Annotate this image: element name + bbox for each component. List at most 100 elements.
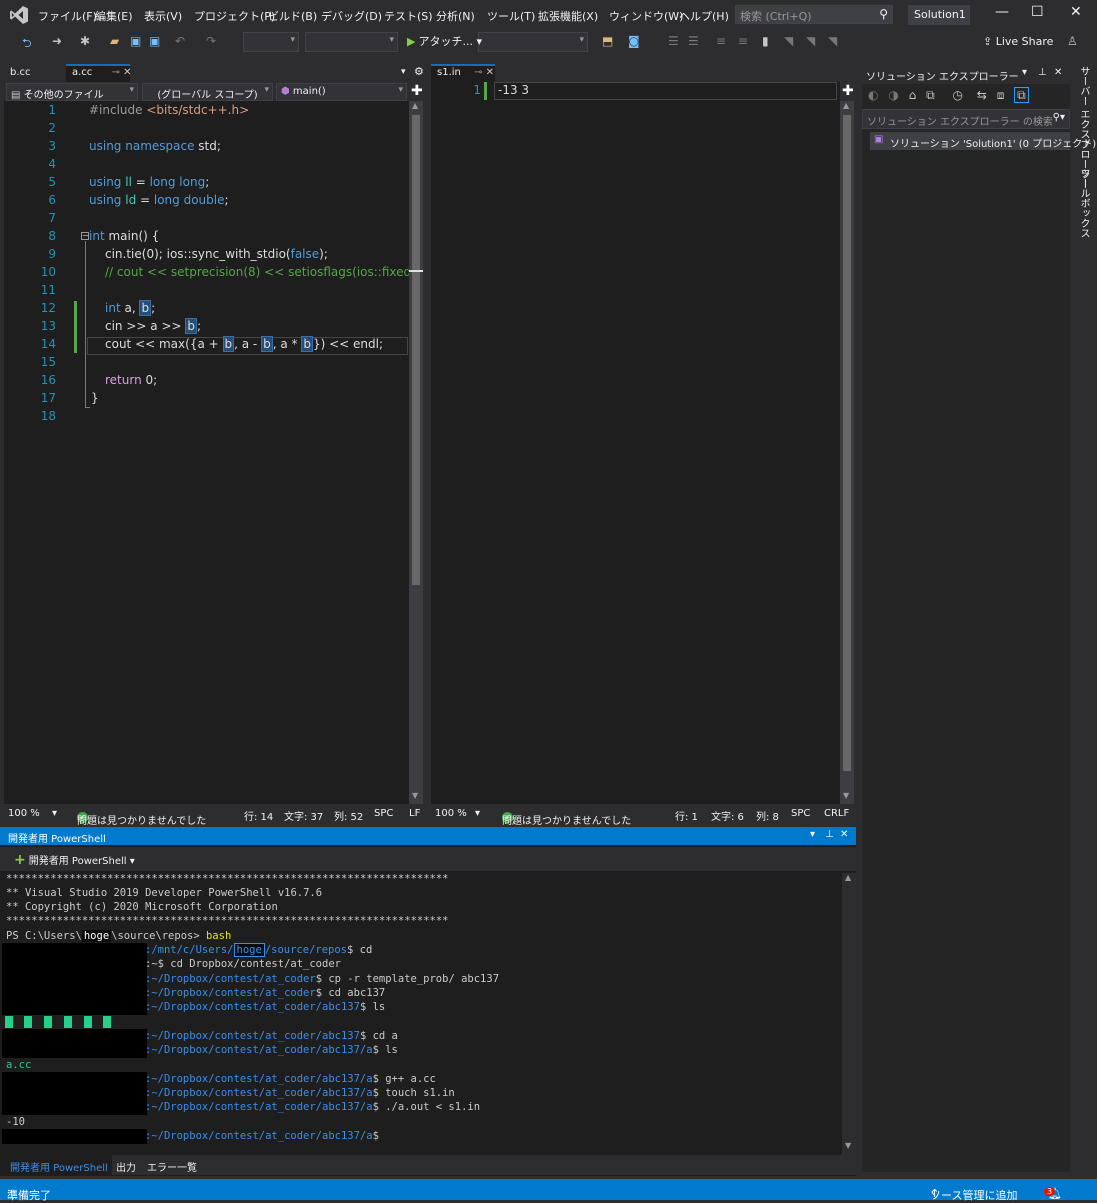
scroll-up-icon[interactable]: ▲ <box>412 101 418 110</box>
save-all-icon[interactable]: ▣ <box>149 34 160 48</box>
zoom-combo[interactable]: 100 % <box>435 808 467 819</box>
tab-s1-in[interactable]: s1.in ⊸ ✕ <box>431 64 495 82</box>
right-code-editor[interactable]: 1 -13 3 <box>431 82 840 804</box>
menu-project[interactable]: プロジェクト(P) <box>194 8 275 24</box>
tab-b-cc[interactable]: b.cc <box>4 64 64 82</box>
new-item-icon[interactable]: ✱ <box>80 34 90 48</box>
pin-icon[interactable]: ⊸ <box>112 67 120 78</box>
screenshot-icon[interactable]: ◙ <box>628 34 640 48</box>
tab-error-list[interactable]: エラー一覧 <box>147 1159 197 1174</box>
collapse-all-icon[interactable]: ⧈ <box>997 88 1005 102</box>
scrollbar-thumb[interactable] <box>843 115 851 771</box>
comment-icon[interactable]: ☰ <box>668 34 679 48</box>
redo-icon[interactable]: ↷ <box>206 34 216 48</box>
live-share-button[interactable]: ⇪ Live Share <box>983 35 1053 48</box>
scrollbar-thumb[interactable] <box>412 115 420 585</box>
menu-bar: ファイル(F) 編集(E) 表示(V) プロジェクト(P) ビルド(B) デバッ… <box>0 0 1097 30</box>
file-scope-combo[interactable]: ▤ その他のファイル <box>6 83 138 101</box>
menu-window[interactable]: ウィンドウ(W) <box>609 8 683 24</box>
close-panel-icon[interactable]: ✕ <box>840 829 848 840</box>
menu-test[interactable]: テスト(S) <box>384 8 433 24</box>
open-folder-icon[interactable]: ▰ <box>110 34 119 48</box>
scroll-down-icon[interactable]: ▼ <box>845 1141 851 1150</box>
undo-icon[interactable]: ↶ <box>175 34 185 48</box>
line-indicator: 行: 14 <box>244 812 274 823</box>
clear-bookmark-icon[interactable]: ◥ <box>828 34 837 48</box>
close-panel-icon[interactable]: ✕ <box>1054 67 1062 78</box>
tab-output[interactable]: 出力 <box>116 1159 136 1174</box>
notification-count: 3 <box>1044 1187 1056 1196</box>
zoom-dropdown-icon[interactable]: ▾ <box>475 808 480 819</box>
panel-menu-icon[interactable]: ▾ <box>1022 67 1027 78</box>
solution-node[interactable]: ▣ ソリューション 'Solution1' (0 プロジェクト) <box>870 132 1096 150</box>
home-icon[interactable]: ⌂ <box>909 88 917 102</box>
menu-help[interactable]: ヘルプ(H) <box>679 8 729 24</box>
pin-icon[interactable]: ⊥ <box>1038 67 1047 78</box>
close-icon[interactable]: ✕ <box>1070 4 1082 20</box>
next-bookmark-icon[interactable]: ◥ <box>806 34 815 48</box>
feedback-icon[interactable]: ♙ <box>1067 34 1078 48</box>
menu-tools[interactable]: ツール(T) <box>487 8 535 24</box>
forward-icon[interactable]: ➜ <box>52 34 62 48</box>
close-tab-icon[interactable]: ✕ <box>123 67 131 78</box>
save-icon[interactable]: ▣ <box>130 34 141 48</box>
prev-bookmark-icon[interactable]: ◥ <box>784 34 793 48</box>
scroll-up-icon[interactable]: ▲ <box>845 873 851 882</box>
tab-powershell[interactable]: 開発者用 PowerShell <box>0 1155 112 1175</box>
menu-file[interactable]: ファイル(F) <box>38 8 97 24</box>
attach-button[interactable]: ▶ アタッチ... ▾ <box>407 33 482 49</box>
char-indicator: 文字: 6 <box>711 812 744 823</box>
browse-icon[interactable]: ⬒ <box>602 34 613 48</box>
bookmark-icon[interactable]: ▮ <box>762 34 769 48</box>
code-line-17: } <box>91 391 99 405</box>
left-editor-scrollbar[interactable]: ▲ ▼ <box>409 101 423 804</box>
tab-dropdown-icon[interactable]: ▾ <box>401 67 406 77</box>
back-icon[interactable]: ⮌ <box>22 34 32 55</box>
right-editor-scrollbar[interactable]: ▲ ▼ <box>840 101 854 804</box>
menu-view[interactable]: 表示(V) <box>144 8 182 24</box>
close-tab-icon[interactable]: ✕ <box>486 67 494 78</box>
pin-icon[interactable]: ⊥ <box>825 829 834 840</box>
config-combo[interactable] <box>243 32 299 52</box>
switch-views-icon[interactable]: ⧉ <box>926 88 935 102</box>
forward-icon[interactable]: ◑ <box>888 88 898 102</box>
member-combo[interactable]: ⬢ main() <box>276 83 407 101</box>
global-scope-combo[interactable]: (グローバル スコープ) <box>142 83 273 101</box>
panel-menu-icon[interactable]: ▾ <box>810 829 815 840</box>
uncomment-icon[interactable]: ☰ <box>688 34 699 48</box>
pin-icon[interactable]: ⊸ <box>474 67 482 78</box>
indent-icon[interactable]: ≡ <box>716 34 726 48</box>
history-icon[interactable]: ◷ <box>952 88 962 102</box>
menu-edit[interactable]: 編集(E) <box>95 8 133 24</box>
menu-analyze[interactable]: 分析(N) <box>436 8 475 24</box>
zoom-combo[interactable]: 100 % <box>8 808 40 819</box>
sync-icon[interactable]: ⇆ <box>977 88 987 102</box>
settings-gear-icon[interactable]: ⚙ <box>414 65 424 78</box>
back-icon[interactable]: ◐ <box>868 88 878 102</box>
show-all-files-icon[interactable]: ⧉ <box>1014 87 1029 103</box>
split-icon[interactable]: ✚ <box>411 83 423 99</box>
search-input[interactable]: 検索 (Ctrl+Q) ⚲ <box>735 5 893 24</box>
menu-extensions[interactable]: 拡張機能(X) <box>538 8 598 24</box>
split-icon[interactable]: ✚ <box>842 83 854 99</box>
outdent-icon[interactable]: ≡ <box>738 34 748 48</box>
scroll-up-icon[interactable]: ▲ <box>843 101 849 110</box>
solution-search-input[interactable]: ソリューション エクスプローラー の検索 ⚲▾ <box>862 109 1070 129</box>
zoom-dropdown-icon[interactable]: ▾ <box>52 808 57 819</box>
toolbox-tab[interactable]: ツールボックス <box>1076 168 1091 238</box>
menu-build[interactable]: ビルド(B) <box>268 8 317 24</box>
live-share-label: Live Share <box>995 35 1054 48</box>
new-terminal-button[interactable]: + 開発者用 PowerShell ▾ <box>14 852 135 868</box>
collapse-icon[interactable]: − <box>81 232 89 240</box>
maximize-icon[interactable]: ☐ <box>1031 4 1044 20</box>
scroll-down-icon[interactable]: ▼ <box>412 791 418 800</box>
solution-explorer-title: ソリューション エクスプローラー ▾ ⊥ ✕ <box>862 64 1070 84</box>
minimize-icon[interactable]: — <box>995 4 1009 20</box>
menu-debug[interactable]: デバッグ(D) <box>321 8 382 24</box>
scroll-down-icon[interactable]: ▼ <box>843 791 849 800</box>
target-combo[interactable] <box>478 32 588 52</box>
tab-a-cc[interactable]: a.cc ⊸ ✕ <box>66 64 131 82</box>
terminal-scrollbar[interactable]: ▲ ▼ <box>842 873 856 1155</box>
left-code-editor[interactable]: 1 2 3 4 5 6 7 8 9 10 11 12 13 14 15 16 1… <box>4 101 420 804</box>
platform-combo[interactable] <box>305 32 398 52</box>
